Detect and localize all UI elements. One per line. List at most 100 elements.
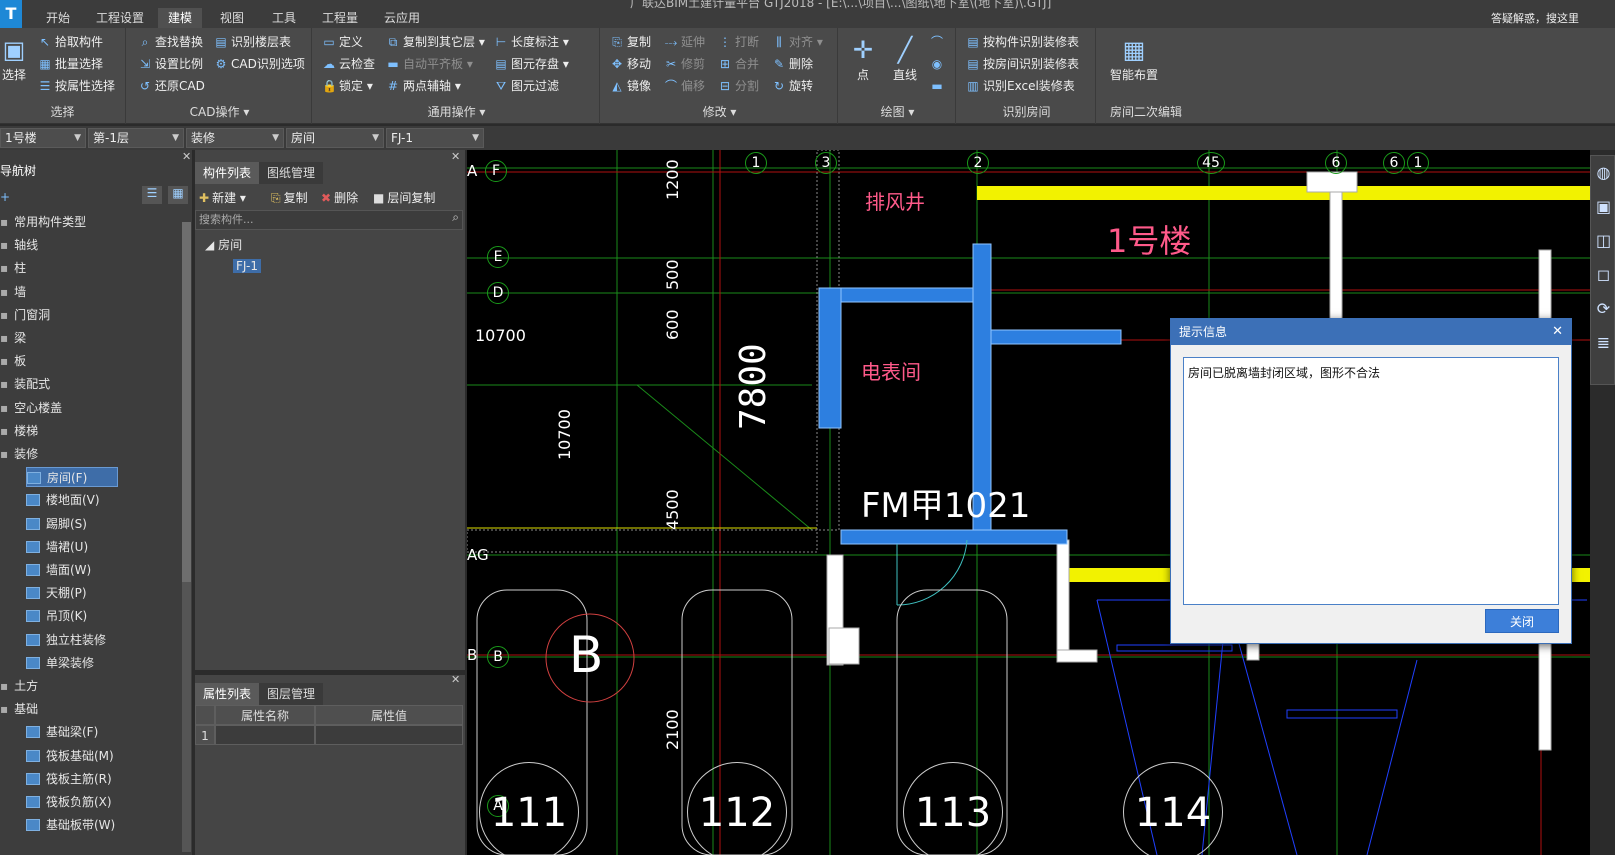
cube-icon[interactable]: ◫ xyxy=(1591,224,1615,258)
element-store-button[interactable]: ▤ 图元存盘 ▾ xyxy=(494,54,569,74)
tab-project-settings[interactable]: 工程设置 xyxy=(86,8,154,28)
orbit-icon[interactable]: ◍ xyxy=(1591,156,1615,190)
nav-item[interactable]: 吊顶(K) xyxy=(26,606,87,626)
nav-item[interactable]: ▪ 装配式 xyxy=(0,374,50,394)
select-by-property-button[interactable]: ☰ 按属性选择 xyxy=(38,76,115,96)
nav-item[interactable]: 基础梁(F) xyxy=(26,722,98,742)
offset-button[interactable]: ⌒ 偏移 xyxy=(664,76,705,96)
expand-icon[interactable]: ▪ xyxy=(0,702,8,716)
expand-icon[interactable]: ▪ xyxy=(0,424,8,438)
tree-node-room[interactable]: ◢ 房间 xyxy=(205,236,242,253)
nav-item[interactable]: ▪ 梁 xyxy=(0,328,26,348)
tab-start[interactable]: 开始 xyxy=(36,8,80,28)
line-button[interactable]: ╱ 直线 xyxy=(888,34,922,83)
floor-copy-button[interactable]: ■ 层间复制 xyxy=(373,188,435,208)
close-icon[interactable]: ✕ xyxy=(1552,319,1563,345)
help-search-input[interactable]: 答疑解惑，搜这里 xyxy=(1491,10,1579,26)
nav-item[interactable]: ▪ 楼梯 xyxy=(0,421,38,441)
tab-quantities[interactable]: 工程量 xyxy=(312,8,368,28)
smart-layout-button[interactable]: ▦ 智能布置 xyxy=(1104,34,1164,83)
tab-cloud[interactable]: 云应用 xyxy=(374,8,430,28)
length-dimension-button[interactable]: ⊢ 长度标注 ▾ xyxy=(494,32,569,52)
search-icon[interactable]: ⌕ xyxy=(452,210,459,225)
rotate-view-icon[interactable]: ⟳ xyxy=(1591,292,1615,326)
element-filter-button[interactable]: ⛛ 图元过滤 xyxy=(494,76,559,96)
arc-button[interactable]: ⌒ xyxy=(930,32,947,52)
scrollbar[interactable] xyxy=(182,222,191,852)
box-view-icon[interactable]: ◻ xyxy=(1591,258,1615,292)
nav-item[interactable]: 踢脚(S) xyxy=(26,514,87,534)
component-search-input[interactable]: 搜索构件... xyxy=(195,210,463,230)
scrollbar-thumb[interactable] xyxy=(182,222,191,582)
nav-item[interactable]: ▪ 轴线 xyxy=(0,235,38,255)
tree-leaf-fj1[interactable]: FJ-1 xyxy=(233,256,261,276)
copy-component-button[interactable]: ⎘ 复制 xyxy=(271,188,308,208)
nav-item[interactable]: ▪ 墙 xyxy=(0,282,26,302)
nav-item[interactable]: 楼地面(V) xyxy=(26,490,100,510)
expand-icon[interactable]: ▪ xyxy=(0,331,8,345)
recognize-by-room-button[interactable]: ▤ 按房间识别装修表 xyxy=(966,54,1079,74)
recognize-floor-table-button[interactable]: ▤ 识别楼层表 xyxy=(214,32,291,52)
close-button[interactable]: 关闭 xyxy=(1485,609,1559,633)
expand-icon[interactable]: ▪ xyxy=(0,285,8,299)
close-icon[interactable]: ✕ xyxy=(451,150,460,163)
nav-item[interactable]: ▪ 柱 xyxy=(0,258,26,278)
auto-flush-slab-button[interactable]: ▬ 自动平齐板 ▾ xyxy=(386,54,473,74)
building-select[interactable]: 1号楼 ▼ xyxy=(0,128,86,148)
recognize-excel-button[interactable]: ▥ 识别Excel装修表 xyxy=(966,76,1074,96)
new-component-button[interactable]: ✚ 新建 ▾ xyxy=(199,188,246,208)
rotate-button[interactable]: ↻ 旋转 xyxy=(772,76,813,96)
grid-view-icon[interactable]: ▦ xyxy=(168,186,188,204)
nav-item[interactable]: 独立柱装修 xyxy=(26,630,106,650)
nav-item[interactable]: 天棚(P) xyxy=(26,583,87,603)
copy-button[interactable]: ⎘ 复制 xyxy=(610,32,651,52)
trim-button[interactable]: ✂ 修剪 xyxy=(664,54,705,74)
batch-select-button[interactable]: ▦ 批量选择 xyxy=(38,54,103,74)
select-button[interactable]: ▣ 选择 xyxy=(0,34,28,83)
list-view-icon[interactable]: ☰ xyxy=(142,186,162,204)
cad-options-button[interactable]: ⚙ CAD识别选项 xyxy=(214,54,305,74)
layers-icon[interactable]: ≣ xyxy=(1591,326,1615,360)
nav-item[interactable]: ▪ 土方 xyxy=(0,676,38,696)
lock-button[interactable]: 🔒 锁定 ▾ xyxy=(322,76,373,96)
collapse-icon[interactable]: ◢ xyxy=(205,238,214,252)
align-button[interactable]: ⫼ 对齐 ▾ xyxy=(772,32,823,52)
break-button[interactable]: ⋮ 打断 xyxy=(718,32,759,52)
find-replace-button[interactable]: ⌕ 查找替换 xyxy=(138,32,203,52)
nav-item[interactable]: 单梁装修 xyxy=(26,653,94,673)
nav-item[interactable]: 筏板基础(M) xyxy=(26,746,114,766)
expand-icon[interactable]: ▪ xyxy=(0,308,8,322)
expand-icon[interactable]: ▪ xyxy=(0,377,8,391)
restore-cad-button[interactable]: ↺ 还原CAD xyxy=(138,76,205,96)
tab-view[interactable]: 视图 xyxy=(210,8,254,28)
split-button[interactable]: ⊟ 分割 xyxy=(718,76,759,96)
property-name-cell[interactable] xyxy=(215,725,315,745)
nav-item[interactable]: ▪ 装修 xyxy=(0,444,38,464)
copy-to-other-floor-button[interactable]: ⧉ 复制到其它层 ▾ xyxy=(386,32,485,52)
merge-button[interactable]: ⊞ 合并 xyxy=(718,54,759,74)
move-button[interactable]: ✥ 移动 xyxy=(610,54,651,74)
tab-property-list[interactable]: 属性列表 xyxy=(195,683,260,705)
mirror-button[interactable]: ◭ 镜像 xyxy=(610,76,651,96)
nav-item[interactable]: ▪ 板 xyxy=(0,351,26,371)
floor-select[interactable]: 第-1层 ▼ xyxy=(88,128,184,148)
two-point-axis-button[interactable]: # 两点辅轴 ▾ xyxy=(386,76,461,96)
close-icon[interactable]: ✕ xyxy=(451,673,460,686)
point-button[interactable]: ✛ 点 xyxy=(848,34,878,83)
nav-item[interactable]: ▪ 基础 xyxy=(0,699,38,719)
nav-item[interactable]: 基础板带(W) xyxy=(26,815,115,835)
nav-item[interactable]: 筏板主筋(R) xyxy=(26,769,112,789)
expand-icon[interactable]: ▪ xyxy=(0,401,8,415)
cloud-check-button[interactable]: ☁ 云检查 xyxy=(322,54,375,74)
component-select[interactable]: FJ-1 ▼ xyxy=(386,128,484,148)
expand-icon[interactable]: ▪ xyxy=(0,354,8,368)
expand-icon[interactable]: ▪ xyxy=(0,679,8,693)
nav-item[interactable]: 墙裙(U) xyxy=(26,537,88,557)
nav-item[interactable]: 房间(F) xyxy=(26,467,118,488)
tab-drawing-management[interactable]: 图纸管理 xyxy=(259,162,324,184)
add-icon[interactable]: + xyxy=(0,190,10,204)
rect-button[interactable]: ▬ xyxy=(930,76,947,96)
tab-component-list[interactable]: 构件列表 xyxy=(195,162,260,184)
expand-icon[interactable]: ▪ xyxy=(0,447,8,461)
circle-button[interactable]: ◉ xyxy=(930,54,947,74)
